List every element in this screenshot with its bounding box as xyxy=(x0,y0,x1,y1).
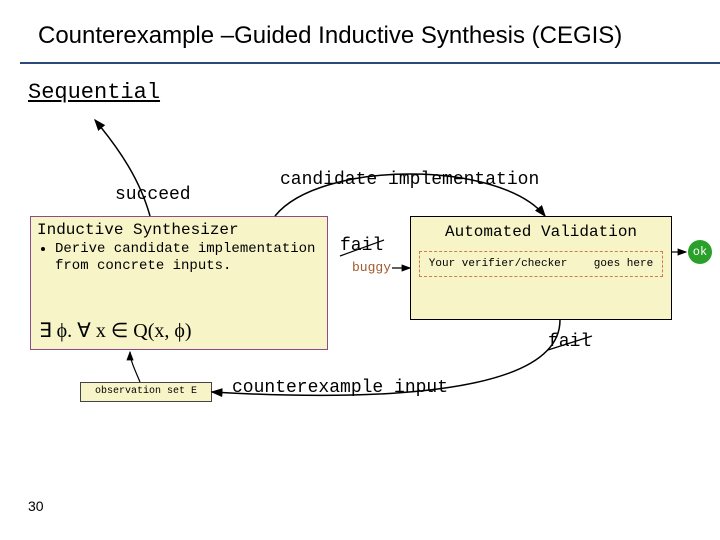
forall-symbol: ∀ xyxy=(77,320,91,342)
title-underline xyxy=(20,62,720,64)
slide-title: Counterexample –Guided Inductive Synthes… xyxy=(38,22,622,50)
observation-set-box: observation set E xyxy=(80,382,212,402)
candidate-implementation-label: candidate implementation xyxy=(280,170,539,190)
formula-tail: x ∈ Q(x, ϕ) xyxy=(91,320,192,342)
synthesizer-formula: ∃ ϕ. ∀ x ∈ Q(x, ϕ) xyxy=(39,318,192,343)
ok-badge: ok xyxy=(688,240,712,264)
synthesizer-title: Inductive Synthesizer xyxy=(37,221,321,239)
synthesizer-bullet: Derive candidate implementation from con… xyxy=(55,241,321,275)
synthesizer-bullets: Derive candidate implementation from con… xyxy=(41,241,321,275)
automated-validation-box: Automated Validation Your verifier/check… xyxy=(410,216,672,320)
counterexample-label: counterexample input xyxy=(232,378,448,398)
succeed-label: succeed xyxy=(115,185,191,205)
buggy-label: buggy xyxy=(352,260,391,275)
fail-label-top: fail xyxy=(340,236,383,256)
exists-symbol: ∃ xyxy=(39,320,52,342)
inductive-synthesizer-box: Inductive Synthesizer Derive candidate i… xyxy=(30,216,328,350)
validation-inner-right: goes here xyxy=(594,258,653,270)
validation-title: Automated Validation xyxy=(419,223,663,241)
page-number: 30 xyxy=(28,498,44,514)
fail-label-bottom: fail xyxy=(548,332,591,352)
subheading: Sequential xyxy=(28,80,160,105)
validation-inner: Your verifier/checker goes here xyxy=(419,251,663,277)
validation-inner-left: Your verifier/checker xyxy=(429,258,568,270)
observation-arrow xyxy=(130,352,140,382)
phi-dot: ϕ. xyxy=(52,320,78,342)
